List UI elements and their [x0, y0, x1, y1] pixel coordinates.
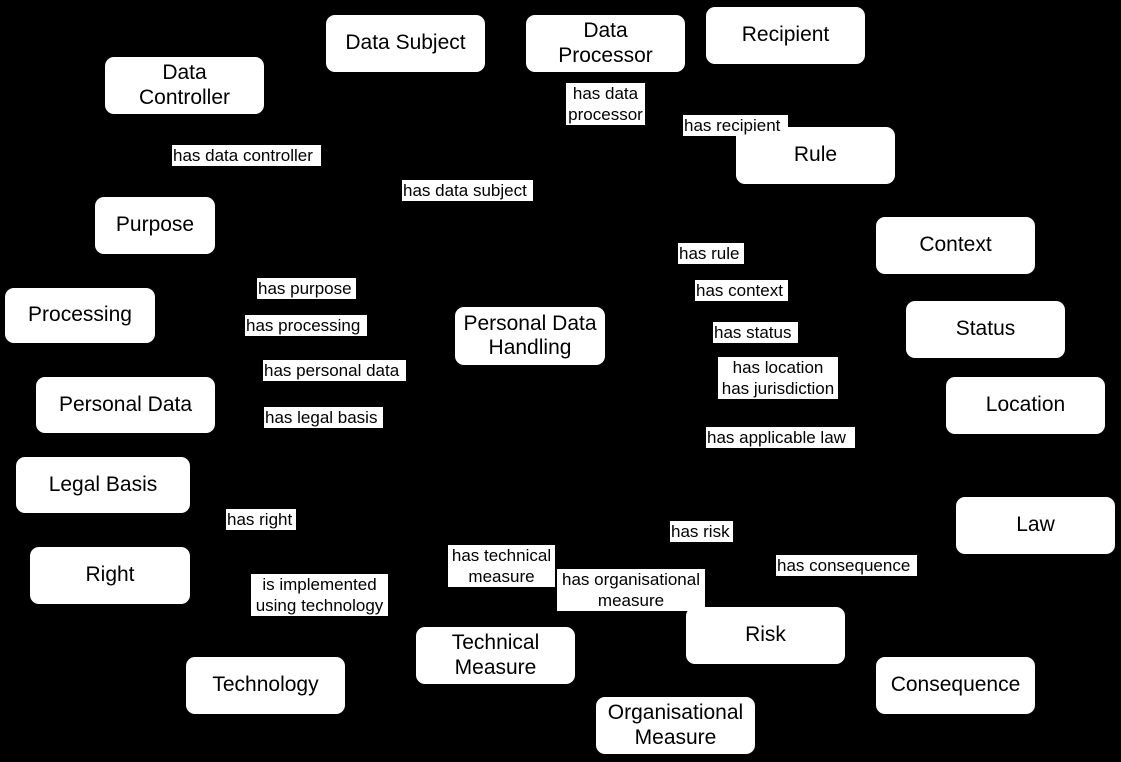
- concept-map-canvas: Data Subject Data Processor Recipient Data …: [0, 0, 1121, 762]
- concept-node-personal-data-handling[interactable]: Personal Data Handling: [455, 307, 605, 365]
- edge-label-has-right: has right: [226, 509, 296, 530]
- edge-label-has-data-controller: has data controller: [172, 145, 321, 166]
- concept-node-processing[interactable]: Processing: [5, 288, 155, 343]
- concept-node-data-controller[interactable]: Data Controller: [105, 57, 264, 114]
- concept-node-technology[interactable]: Technology: [186, 657, 345, 714]
- concept-node-risk[interactable]: Risk: [686, 607, 845, 664]
- edge-label-has-personal-data: has personal data: [263, 360, 406, 381]
- edge-label-has-recipient: has recipient: [683, 115, 788, 136]
- concept-node-consequence[interactable]: Consequence: [876, 657, 1035, 714]
- concept-node-legal-basis[interactable]: Legal Basis: [16, 457, 190, 513]
- concept-node-law[interactable]: Law: [956, 497, 1115, 554]
- edge-label-is-implemented-using-technology: is implemented using technology: [251, 574, 388, 616]
- concept-node-data-processor[interactable]: Data Processor: [526, 15, 685, 72]
- edge-label-has-context: has context: [695, 280, 788, 301]
- concept-node-location[interactable]: Location: [946, 377, 1105, 434]
- concept-node-data-subject[interactable]: Data Subject: [326, 15, 485, 72]
- edge-label-has-consequence: has consequence: [776, 555, 917, 576]
- concept-node-recipient[interactable]: Recipient: [706, 7, 865, 64]
- edge-label-has-location-jurisdiction: has location has jurisdiction: [718, 357, 838, 399]
- concept-node-purpose[interactable]: Purpose: [95, 197, 215, 254]
- edge-label-has-applicable-law: has applicable law: [706, 427, 855, 448]
- concept-node-personal-data[interactable]: Personal Data: [36, 377, 215, 433]
- edge-label-has-legal-basis: has legal basis: [264, 407, 383, 428]
- edge-label-has-processing: has processing: [245, 315, 367, 336]
- concept-node-right[interactable]: Right: [30, 547, 190, 604]
- edge-label-has-purpose: has purpose: [257, 278, 356, 299]
- edge-label-has-data-processor: has data processor: [566, 83, 645, 125]
- concept-node-context[interactable]: Context: [876, 217, 1035, 274]
- edge-label-has-status: has status: [713, 322, 798, 343]
- edge-label-has-data-subject: has data subject: [402, 180, 533, 201]
- edge-label-has-technical-measure: has technical measure: [448, 545, 555, 587]
- concept-node-technical-measure[interactable]: Technical Measure: [416, 627, 575, 684]
- concept-node-organisational-measure[interactable]: Organisational Measure: [596, 697, 755, 754]
- edge-label-has-rule: has rule: [678, 243, 744, 264]
- edge-label-has-organisational-measure: has organisational measure: [557, 569, 705, 611]
- concept-node-status[interactable]: Status: [906, 301, 1065, 358]
- edge-label-has-risk: has risk: [670, 521, 733, 542]
